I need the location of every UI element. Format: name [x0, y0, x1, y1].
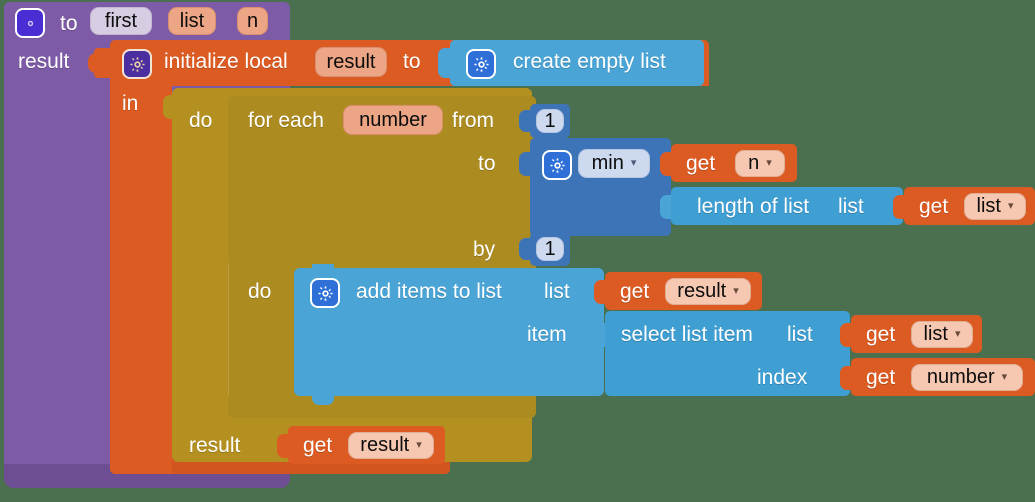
- select-list-item-label: select list item: [621, 323, 753, 346]
- get-list-1-variable-label: list: [976, 195, 1001, 217]
- add-items-list-socket-label: list: [544, 280, 570, 303]
- by-number-field[interactable]: 1: [536, 237, 564, 261]
- gear-icon[interactable]: [466, 49, 496, 79]
- from-number-field[interactable]: 1: [536, 109, 564, 133]
- min-operator-dropdown[interactable]: min ▾: [578, 149, 650, 178]
- get-n-get-label: get: [686, 152, 716, 175]
- get-n-variable-field[interactable]: n ▾: [735, 150, 785, 177]
- for-each-from-label: from: [452, 109, 494, 132]
- for-each-foot: [228, 396, 536, 418]
- do-result-wrapper-socket-tab: [163, 95, 175, 119]
- length-of-list-label: length of list: [697, 195, 810, 218]
- gear-icon[interactable]: [15, 8, 45, 38]
- get-result-1-variable-label: result: [677, 280, 727, 302]
- initialize-local-prefix-label: initialize local: [164, 50, 288, 73]
- for-each-to-label: to: [478, 152, 496, 175]
- for-each-label: for each: [248, 109, 324, 132]
- get-list-1-get-label: get: [919, 195, 949, 218]
- select-list-item-list-socket-label: list: [787, 323, 813, 346]
- select-list-item-index-socket-label: index: [757, 366, 808, 389]
- get-result-return-variable-field[interactable]: result ▾: [348, 432, 434, 459]
- procedure-result-label: result: [18, 50, 70, 73]
- procedure-param-list[interactable]: list: [168, 7, 216, 35]
- min-operator-label: min: [591, 152, 624, 174]
- chevron-down-icon: ▾: [954, 328, 961, 340]
- get-list-1-variable-field[interactable]: list ▾: [964, 193, 1026, 220]
- initialize-local-body-spine: [110, 86, 172, 464]
- get-number-variable-label: number: [926, 366, 995, 388]
- loop-variable-field[interactable]: number: [343, 105, 443, 135]
- add-items-item-socket-label: item: [527, 323, 567, 346]
- chevron-down-icon: ▾: [1001, 371, 1008, 383]
- add-items-to-list-label: add items to list: [356, 280, 502, 303]
- get-result-return-variable-label: result: [360, 434, 410, 456]
- gear-icon[interactable]: [310, 278, 340, 308]
- get-list-2-get-label: get: [866, 323, 896, 346]
- create-empty-list-label: create empty list: [513, 50, 666, 73]
- get-result-return-get-label: get: [303, 434, 333, 457]
- for-each-do-label: do: [248, 280, 272, 303]
- chevron-down-icon: ▾: [416, 439, 422, 451]
- length-of-list-socket-label: list: [838, 195, 864, 218]
- initialize-local-in-label: in: [122, 92, 139, 115]
- initialize-local-to-label: to: [403, 50, 421, 73]
- do-label: do: [189, 109, 213, 132]
- get-list-2-variable-label: list: [923, 323, 948, 345]
- gear-icon[interactable]: [122, 49, 152, 79]
- gear-icon[interactable]: [542, 150, 572, 180]
- get-n-variable-label: n: [748, 152, 760, 174]
- chevron-down-icon: ▾: [630, 157, 637, 169]
- chevron-down-icon: ▾: [733, 285, 739, 297]
- get-result-1-variable-field[interactable]: result ▾: [665, 278, 751, 305]
- for-each-by-label: by: [473, 238, 496, 261]
- procedure-to-label: to: [60, 12, 78, 35]
- get-number-variable-field[interactable]: number ▾: [911, 364, 1023, 391]
- procedure-param-n[interactable]: n: [237, 7, 269, 35]
- get-list-2-variable-field[interactable]: list ▾: [911, 321, 973, 348]
- chevron-down-icon: ▾: [1007, 200, 1014, 212]
- blockly-canvas[interactable]: to first list n result initialize local …: [0, 0, 1035, 502]
- procedure-name-field[interactable]: first: [90, 7, 152, 35]
- add-items-bottom-notch: [312, 396, 334, 405]
- add-items-top-notch: [312, 264, 334, 272]
- procedure-result-socket-tab: [88, 53, 100, 73]
- get-number-get-label: get: [866, 366, 896, 389]
- wrapper-result-label: result: [189, 434, 241, 457]
- local-variable-name-field[interactable]: result: [315, 47, 387, 77]
- chevron-down-icon: ▾: [766, 157, 772, 169]
- get-result-1-get-label: get: [620, 280, 650, 303]
